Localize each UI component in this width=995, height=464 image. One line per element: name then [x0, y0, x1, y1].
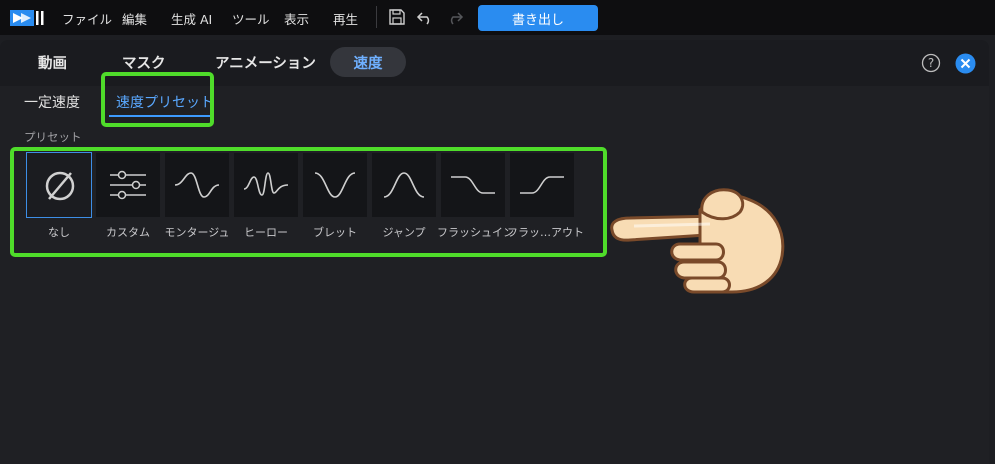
- menu-file[interactable]: ファイル: [62, 9, 112, 28]
- svg-text:?: ?: [928, 56, 934, 70]
- tab-animation[interactable]: アニメーション: [215, 52, 316, 73]
- menu-divider: [376, 6, 377, 28]
- subtab-constant-speed[interactable]: 一定速度: [24, 92, 80, 112]
- redo-icon[interactable]: [446, 8, 464, 26]
- menu-edit[interactable]: 編集: [122, 9, 147, 28]
- menu-view[interactable]: 表示: [284, 9, 309, 28]
- tab-mask[interactable]: マスク: [122, 52, 166, 73]
- highlight-box-presets: [10, 147, 607, 257]
- menu-generative-ai[interactable]: 生成 AI: [171, 9, 212, 28]
- highlight-box-subtab: [101, 72, 214, 127]
- tab-speed[interactable]: 速度: [330, 47, 406, 77]
- menu-tools[interactable]: ツール: [232, 9, 270, 28]
- menu-playback[interactable]: 再生: [333, 9, 358, 28]
- close-icon[interactable]: [955, 53, 976, 74]
- save-icon[interactable]: [388, 8, 406, 26]
- tab-video[interactable]: 動画: [38, 52, 67, 73]
- pointing-hand-icon: [610, 188, 785, 294]
- undo-icon[interactable]: [416, 8, 434, 26]
- app-logo: [10, 10, 44, 26]
- export-button[interactable]: 書き出し: [478, 5, 598, 31]
- menu-bar: ファイル 編集 生成 AI ツール 表示 再生 書き出し: [0, 0, 995, 35]
- preset-section-label: プリセット: [24, 130, 82, 144]
- help-icon[interactable]: ?: [921, 53, 941, 73]
